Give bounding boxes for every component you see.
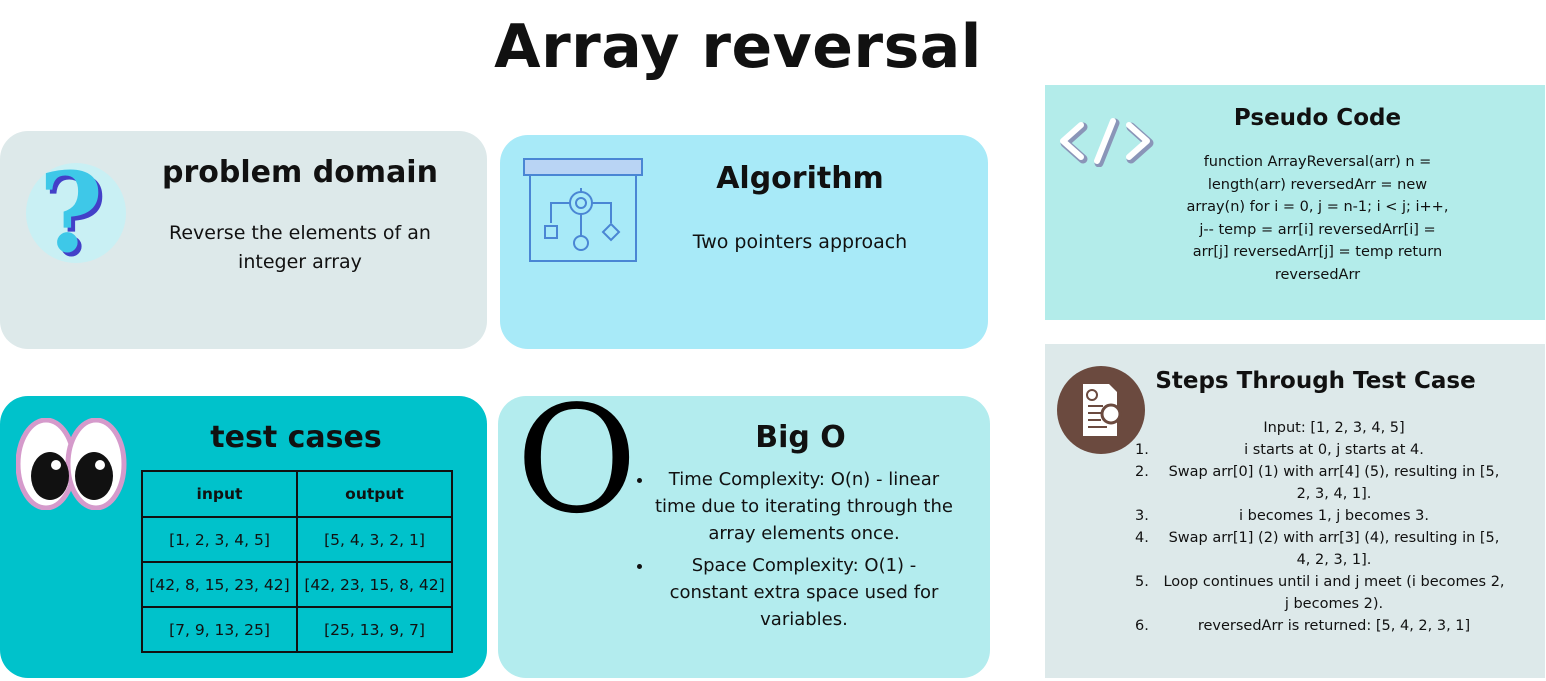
list-item: 3. i becomes 1, j becomes 3.: [1135, 505, 1505, 527]
list-item: 6. reversedArr is returned: [5, 4, 2, 3,…: [1135, 615, 1505, 637]
step-number: 2.: [1135, 464, 1149, 480]
step-number: 5.: [1135, 574, 1149, 590]
test-cases-card: test cases input output [1, 2, 3, 4, 5] …: [0, 396, 487, 678]
big-o-heading: Big O: [755, 420, 846, 455]
table-cell: [7, 9, 13, 25]: [141, 606, 298, 653]
step-text: i becomes 1, j becomes 3.: [1239, 508, 1429, 524]
problem-domain-text: Reverse the elements of an integer array: [169, 222, 431, 273]
pseudo-code-heading: Pseudo Code: [1233, 105, 1402, 131]
question-mark-icon: ? ?: [26, 151, 126, 271]
table-row: [7, 9, 13, 25] [25, 13, 9, 7]: [141, 606, 453, 653]
test-cases-heading: test cases: [210, 420, 382, 455]
column-header-input: input: [141, 470, 298, 518]
step-number: 4.: [1135, 530, 1149, 546]
column-header-output: output: [296, 470, 453, 518]
table-cell: [42, 23, 15, 8, 42]: [296, 561, 453, 608]
steps-heading: Steps Through Test Case: [1155, 368, 1476, 394]
steps-list: Input: [1, 2, 3, 4, 5] 1. i starts at 0,…: [1135, 417, 1505, 637]
flowchart-icon: [523, 158, 643, 262]
step-number: 3.: [1135, 508, 1149, 524]
step-number: 1.: [1135, 442, 1149, 458]
list-item: Time Complexity: O(n) - linear time due …: [654, 466, 954, 547]
table-header-row: input output: [141, 470, 453, 518]
step-text: Swap arr[0] (1) with arr[4] (5), resulti…: [1168, 464, 1500, 502]
table-row: [42, 8, 15, 23, 42] [42, 23, 15, 8, 42]: [141, 561, 453, 608]
code-icon: [1060, 118, 1154, 167]
big-o-glyph: O: [516, 374, 638, 546]
step-text: Loop continues until i and j meet (i bec…: [1163, 574, 1505, 612]
page-title: Array reversal: [494, 12, 982, 82]
table-row: [1, 2, 3, 4, 5] [5, 4, 3, 2, 1]: [141, 516, 453, 563]
step-number: 6.: [1135, 618, 1149, 634]
list-item: 4. Swap arr[1] (2) with arr[3] (4), resu…: [1135, 527, 1505, 571]
test-cases-table: input output [1, 2, 3, 4, 5] [5, 4, 3, 2…: [141, 470, 453, 653]
step-text: Swap arr[1] (2) with arr[3] (4), resulti…: [1168, 530, 1500, 568]
list-item: Space Complexity: O(1) - constant extra …: [654, 552, 954, 633]
document-search-icon: [1057, 366, 1145, 454]
problem-domain-card: ? ? problem domain Reverse the elements …: [0, 131, 487, 349]
svg-text:?: ?: [39, 151, 103, 271]
pseudo-code-card: Pseudo Code function ArrayReversal(arr) …: [1045, 85, 1545, 320]
table-cell: [5, 4, 3, 2, 1]: [296, 516, 453, 563]
problem-domain-heading: problem domain: [162, 155, 438, 190]
big-o-list: Time Complexity: O(n) - linear time due …: [626, 466, 954, 638]
list-item: 2. Swap arr[0] (1) with arr[4] (5), resu…: [1135, 461, 1505, 505]
step-text: i starts at 0, j starts at 4.: [1244, 442, 1424, 458]
table-cell: [25, 13, 9, 7]: [296, 606, 453, 653]
table-cell: [42, 8, 15, 23, 42]: [141, 561, 298, 608]
list-item: 1. i starts at 0, j starts at 4.: [1135, 439, 1505, 461]
algorithm-card: Algorithm Two pointers approach: [500, 135, 988, 349]
algorithm-heading: Algorithm: [716, 161, 884, 196]
list-item: 5. Loop continues until i and j meet (i …: [1135, 571, 1505, 615]
big-o-card: O Big O Time Complexity: O(n) - linear t…: [498, 380, 990, 678]
pseudo-code-text: function ArrayReversal(arr) n = length(a…: [1186, 154, 1449, 283]
eyes-icon: [16, 418, 127, 510]
step-text: reversedArr is returned: [5, 4, 2, 3, 1]: [1197, 618, 1471, 634]
steps-input-line: Input: [1, 2, 3, 4, 5]: [1263, 420, 1405, 436]
steps-card: Steps Through Test Case Input: [1, 2, 3,…: [1045, 344, 1545, 678]
algorithm-text: Two pointers approach: [692, 231, 908, 253]
table-cell: [1, 2, 3, 4, 5]: [141, 516, 298, 563]
